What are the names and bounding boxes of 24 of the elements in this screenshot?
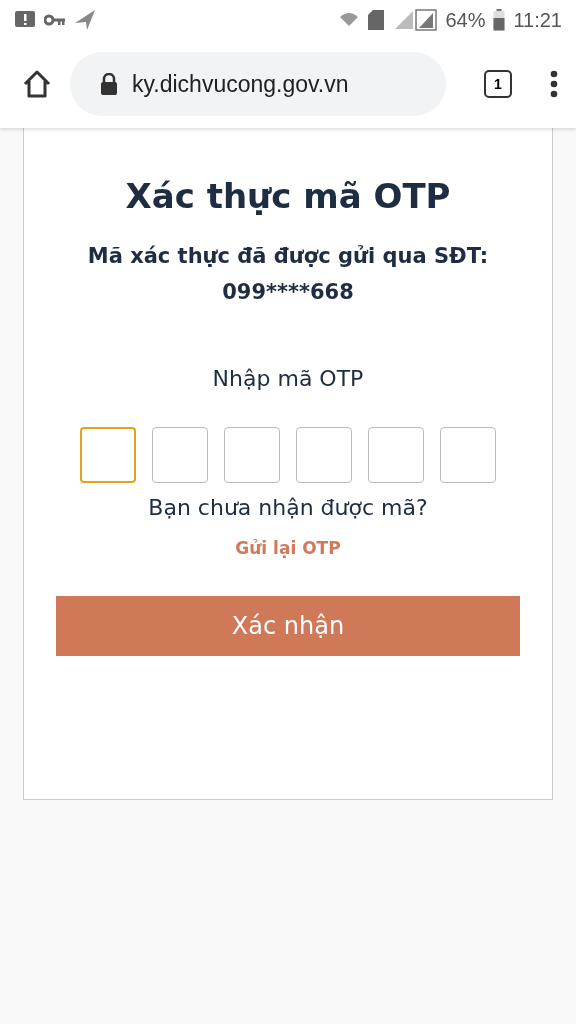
- phone-number: 099****668: [222, 280, 354, 304]
- address-bar[interactable]: ky.dichvucong.gov.vn: [70, 52, 446, 116]
- home-icon[interactable]: [22, 69, 52, 99]
- lock-icon: [100, 73, 118, 95]
- otp-digit-field[interactable]: [440, 427, 496, 483]
- battery-icon: [493, 9, 506, 31]
- key-icon: [44, 13, 66, 27]
- navigation-icon: [74, 9, 96, 31]
- menu-icon[interactable]: [550, 70, 558, 98]
- sent-message: Mã xác thực đã được gửi qua SĐT:: [87, 244, 489, 268]
- signal-icon: [393, 9, 438, 31]
- otp-label: Nhập mã OTP: [212, 366, 364, 391]
- otp-digit-field[interactable]: [80, 427, 136, 483]
- url-text: ky.dichvucong.gov.vn: [132, 70, 349, 98]
- tab-count-button[interactable]: 1: [484, 70, 512, 98]
- clock: 11:21: [513, 8, 562, 32]
- otp-digit-field[interactable]: [296, 427, 352, 483]
- battery-percentage: 64%: [445, 8, 486, 32]
- otp-digit-field[interactable]: [368, 427, 424, 483]
- otp-digit-field[interactable]: [224, 427, 280, 483]
- page-title: Xác thực mã OTP: [125, 176, 451, 216]
- sim-card-icon: [367, 10, 386, 30]
- otp-digit-field[interactable]: [152, 427, 208, 483]
- resend-prompt: Bạn chưa nhận được mã?: [148, 495, 428, 520]
